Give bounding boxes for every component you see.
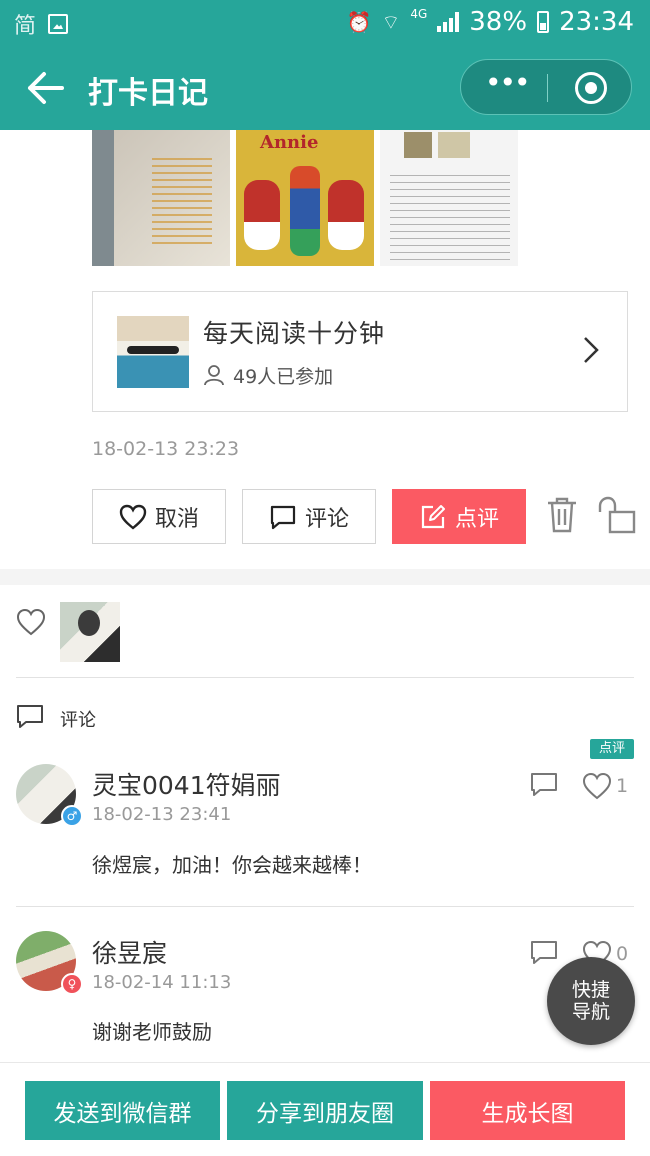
back-arrow-icon[interactable] xyxy=(26,70,66,106)
close-miniprogram-icon[interactable] xyxy=(575,72,607,104)
alarm-icon: ⏰ xyxy=(346,10,372,34)
comment-time: 18-02-13 23:41 xyxy=(92,804,232,825)
page-title: 打卡日记 xyxy=(88,76,208,111)
reply-icon[interactable] xyxy=(530,940,558,966)
battery-percent: 38% xyxy=(469,7,528,37)
post-timestamp: 18-02-13 23:23 xyxy=(92,438,240,460)
comment-icon xyxy=(270,505,296,529)
comment-time: 18-02-14 11:13 xyxy=(92,972,232,993)
female-icon: ♀ xyxy=(61,973,83,995)
post-photo-2[interactable]: Annie xyxy=(236,130,374,266)
generate-long-image-button[interactable]: 生成长图 xyxy=(430,1081,625,1140)
liker-avatar[interactable] xyxy=(60,602,120,662)
photo-caption: Annie xyxy=(260,132,319,153)
clock: 23:34 xyxy=(559,7,634,37)
section-divider xyxy=(0,569,650,585)
photo-decoration xyxy=(92,130,114,266)
review-badge: 点评 xyxy=(590,739,634,759)
person-icon xyxy=(204,365,224,386)
nav-bar: 打卡日记 ••• xyxy=(0,48,650,130)
post-photo-1[interactable] xyxy=(92,130,230,266)
photo-decoration xyxy=(390,170,510,260)
activity-card[interactable]: 每天阅读十分钟 49人已参加 xyxy=(92,291,628,412)
heart-icon xyxy=(119,504,147,530)
network-type: 4G xyxy=(410,7,428,21)
male-icon: ♂ xyxy=(61,805,83,827)
signal-icon xyxy=(437,12,460,32)
activity-title: 每天阅读十分钟 xyxy=(203,319,386,348)
comment-like-icon[interactable] xyxy=(582,772,612,800)
simplified-chinese-indicator: 简 xyxy=(14,14,37,39)
chevron-right-icon xyxy=(584,337,599,363)
review-label: 点评 xyxy=(454,506,499,532)
divider xyxy=(16,906,634,907)
photo-decoration xyxy=(244,180,280,250)
quick-nav-label-2: 导航 xyxy=(571,1001,610,1023)
likes-heart-icon xyxy=(16,608,46,636)
post-photo-3[interactable] xyxy=(380,130,518,266)
unlock-icon[interactable] xyxy=(598,496,636,534)
divider xyxy=(16,677,634,678)
comments-section-label: 评论 xyxy=(60,710,96,731)
cancel-like-button[interactable]: 取消 xyxy=(92,489,226,544)
photo-decoration xyxy=(290,166,320,256)
capsule-divider xyxy=(547,74,548,102)
battery-icon xyxy=(537,11,550,33)
quick-nav-button[interactable]: 快捷 导航 xyxy=(547,957,635,1045)
comment-button[interactable]: 评论 xyxy=(242,489,376,544)
activity-cover-image xyxy=(117,316,189,388)
comments-section-icon xyxy=(17,705,43,728)
photo-decoration xyxy=(438,132,470,158)
review-button[interactable]: 点评 xyxy=(392,489,526,544)
photo-decoration xyxy=(404,132,432,158)
bottom-action-bar: 发送到微信群 分享到朋友圈 生成长图 xyxy=(0,1062,650,1156)
reply-icon[interactable] xyxy=(530,772,558,798)
comment-like-count: 1 xyxy=(616,775,629,797)
comment-text: 谢谢老师鼓励 xyxy=(92,1020,212,1044)
more-button[interactable]: ••• xyxy=(485,69,531,102)
image-notification-icon xyxy=(48,14,69,34)
miniprogram-capsule: ••• xyxy=(460,59,632,115)
share-to-moments-button[interactable]: 分享到朋友圈 xyxy=(227,1081,423,1140)
comment-like-count: 0 xyxy=(616,943,629,965)
comment-author: 徐昱宸 xyxy=(92,939,168,968)
photo-decoration xyxy=(152,154,212,244)
participant-count: 49人已参加 xyxy=(233,366,334,388)
status-bar: 简 ⏰ ⌔ 4G 38% 23:34 xyxy=(0,0,650,48)
send-to-wechat-group-button[interactable]: 发送到微信群 xyxy=(25,1081,220,1140)
cancel-label: 取消 xyxy=(154,506,199,532)
comment-text: 徐煜宸，加油！你会越来越棒！ xyxy=(92,853,372,877)
comment-author: 灵宝0041符娟丽 xyxy=(92,771,281,800)
quick-nav-label-1: 快捷 xyxy=(571,979,610,1001)
comment-label: 评论 xyxy=(304,506,349,532)
edit-icon xyxy=(421,504,445,528)
trash-icon[interactable] xyxy=(546,496,578,534)
wifi-icon: ⌔ xyxy=(381,9,401,34)
photo-decoration xyxy=(328,180,364,250)
